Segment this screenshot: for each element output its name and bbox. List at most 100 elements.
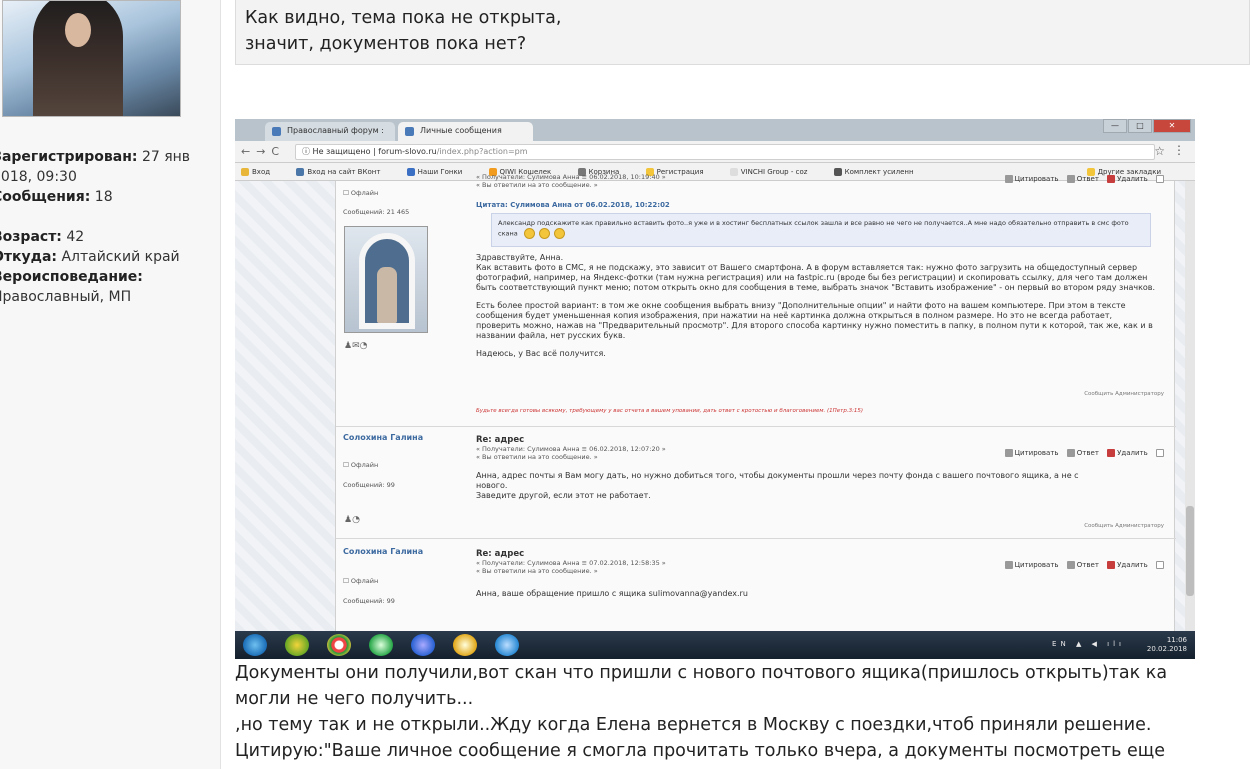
- reply-button[interactable]: Ответ: [1077, 175, 1099, 183]
- report-link[interactable]: Сообщить Администратору: [1084, 523, 1164, 529]
- post-recipients: « Получатели: Сулимова Анна ≡ 07.02.2018…: [476, 559, 666, 567]
- post-paragraph: Есть более простой вариант: в том же окн…: [476, 301, 1153, 340]
- age-value: 42: [66, 229, 85, 245]
- delete-button[interactable]: Удалить: [1117, 561, 1148, 569]
- security-label: Не защищено: [312, 147, 371, 156]
- select-checkbox[interactable]: [1156, 449, 1164, 457]
- post-replied-note: « Вы ответили на это сообщение. »: [476, 453, 598, 461]
- quote-line-1: Как видно, тема пока не открыта,: [245, 8, 562, 28]
- reply-button[interactable]: Ответ: [1077, 561, 1099, 569]
- profile-registered-cont: 2018, 09:30: [0, 167, 215, 187]
- post-body: Анна, ваше обращение пришло с ящика suli…: [476, 589, 748, 598]
- bookmark-item[interactable]: Вход: [241, 168, 282, 176]
- app-icon[interactable]: [285, 634, 309, 656]
- religion-value: Православный, МП: [0, 289, 132, 305]
- avatar[interactable]: [2, 0, 181, 117]
- tab-label: Личные сообщения: [420, 126, 502, 135]
- minimize-icon[interactable]: —: [1103, 119, 1127, 133]
- address-bar: ←→C ⓘ Не защищено | forum-slovo.ru/index…: [235, 141, 1195, 163]
- cite-box: Александр подскажите как правильно встав…: [491, 213, 1151, 247]
- delete-icon: [1107, 561, 1116, 569]
- vk-icon: [296, 168, 305, 176]
- pm-favicon-icon: [405, 127, 414, 136]
- profile-from: Откуда: Алтайский край: [0, 247, 215, 267]
- post-actions: Цитировать Ответ Удалить: [999, 449, 1166, 457]
- author-message-count: Сообщений: 21 465: [343, 208, 410, 216]
- author-contact-icons[interactable]: ♟✉◔: [344, 341, 367, 351]
- post-replied-note: « Вы ответили на это сообщение. »: [476, 181, 598, 189]
- post-greeting: Здравствуйте, Анна.: [476, 253, 564, 262]
- post-body: Анна, адрес почты я Вам могу дать, но ну…: [476, 471, 1079, 500]
- browser-tab-forum[interactable]: Православный форум :: [265, 122, 395, 141]
- post-author[interactable]: Солохина Галина: [343, 547, 423, 556]
- post-body: Здравствуйте, Анна. Как вставить фото в …: [476, 253, 1156, 359]
- post-line: ,но тему так и не открыли..Жду когда Еле…: [235, 715, 1152, 735]
- skype-icon[interactable]: [495, 634, 519, 656]
- clock-date: 20.02.2018: [1146, 645, 1187, 653]
- smiley-icon: [523, 228, 535, 239]
- post-actions: Цитировать Ответ Удалить: [999, 561, 1166, 569]
- post-title: Re: адрес: [476, 549, 525, 559]
- author-photo[interactable]: [344, 226, 428, 333]
- tray-icons[interactable]: EN ▲ ◀ ılı: [1052, 640, 1125, 648]
- avatar-face: [65, 13, 91, 47]
- url-field[interactable]: ⓘ Не защищено | forum-slovo.ru/index.php…: [295, 144, 1155, 160]
- app-icon[interactable]: [453, 634, 477, 656]
- quote-button[interactable]: Цитировать: [1015, 561, 1059, 569]
- info-icon: ⓘ: [302, 147, 313, 156]
- post-recipients: « Получатели: Сулимова Анна ≡ 06.02.2018…: [476, 445, 666, 453]
- select-checkbox[interactable]: [1156, 561, 1164, 569]
- pm-content: « Получатели: Сулимова Анна ≡ 06.02.2018…: [335, 173, 1176, 631]
- messages-label: Сообщения:: [0, 189, 91, 205]
- post-author[interactable]: Солохина Галина: [343, 433, 423, 442]
- forum-favicon-icon: [272, 127, 281, 136]
- windows-taskbar: EN ▲ ◀ ılı 11:06 20.02.2018: [235, 631, 1195, 659]
- quote-icon: [1004, 449, 1013, 457]
- post-paragraph: Как вставить фото в СМС, я не подскажу, …: [476, 263, 1156, 292]
- tray-clock[interactable]: 11:06 20.02.2018: [1147, 636, 1187, 654]
- reply-icon: [1066, 561, 1075, 569]
- embedded-screenshot[interactable]: Православный форум : Личные сообщения — □…: [235, 119, 1195, 659]
- author-contact-icons[interactable]: ♟◔: [344, 515, 360, 525]
- lang-indicator[interactable]: EN: [1052, 640, 1070, 648]
- post-title: Re: адрес: [476, 435, 525, 445]
- browser-tab-pm[interactable]: Личные сообщения: [398, 122, 533, 141]
- quote-button[interactable]: Цитировать: [1015, 449, 1059, 457]
- quote-line-2: значит, документов пока нет?: [245, 34, 527, 54]
- post-replied-note: « Вы ответили на это сообщение. »: [476, 567, 598, 575]
- registered-value-cont: 2018, 09:30: [0, 169, 77, 185]
- start-button-icon[interactable]: [243, 634, 267, 656]
- report-link[interactable]: Сообщить Администратору: [1084, 391, 1164, 397]
- delete-button[interactable]: Удалить: [1117, 175, 1148, 183]
- post-recipients: « Получатели: Сулимова Анна ≡ 06.02.2018…: [476, 173, 666, 181]
- cite-text: Александр подскажите как правильно встав…: [498, 219, 1129, 238]
- pm-post: Солохина Галина Re: адрес « Получатели: …: [336, 539, 1176, 631]
- author-message-count: Сообщений: 99: [343, 481, 395, 489]
- post-actions: Цитировать Ответ Удалить: [999, 175, 1166, 183]
- post-line: Цитирую:"Ваше личное сообщение я смогла …: [235, 741, 1166, 761]
- bookmark-icon: [241, 168, 249, 176]
- author-profile-column: Зарегистрирован: 27 янв 2018, 09:30 Сооб…: [0, 0, 221, 769]
- profile-messages: Сообщения: 18: [0, 187, 215, 207]
- reply-icon: [1066, 175, 1075, 183]
- close-icon[interactable]: ✕: [1153, 119, 1191, 133]
- menu-dots-icon[interactable]: ⋮: [1173, 143, 1185, 157]
- chrome-icon[interactable]: [327, 634, 351, 656]
- from-label: Откуда:: [0, 249, 57, 265]
- bookmark-star-icon[interactable]: ☆: [1154, 144, 1165, 158]
- from-value: Алтайский край: [61, 249, 180, 265]
- page-scrollbar[interactable]: [1185, 181, 1195, 631]
- app-icon[interactable]: [411, 634, 435, 656]
- reply-button[interactable]: Ответ: [1077, 449, 1099, 457]
- maximize-icon[interactable]: □: [1128, 119, 1152, 133]
- delete-button[interactable]: Удалить: [1117, 449, 1148, 457]
- quote-button[interactable]: Цитировать: [1015, 175, 1059, 183]
- author-status: ☐ Офлайн: [343, 461, 379, 469]
- smiley-icon: [553, 228, 565, 239]
- nav-arrows-icon[interactable]: ←→C: [241, 145, 285, 158]
- scrollbar-thumb[interactable]: [1186, 506, 1194, 596]
- select-checkbox[interactable]: [1156, 175, 1164, 183]
- profile-religion-value: Православный, МП: [0, 287, 215, 307]
- cite-header: Цитата: Сулимова Анна от 06.02.2018, 10:…: [476, 201, 670, 209]
- app-icon[interactable]: [369, 634, 393, 656]
